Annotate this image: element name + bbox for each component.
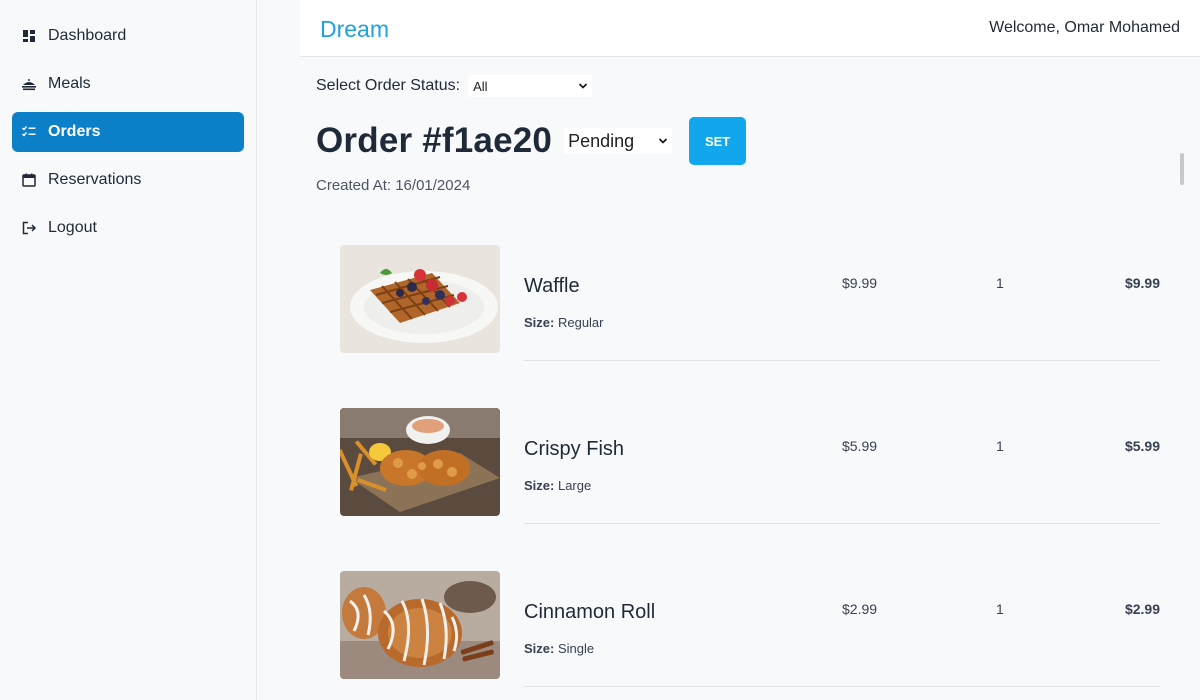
chevron-down-icon: [578, 83, 588, 89]
sidebar-item-label: Logout: [48, 219, 97, 236]
order-status-dropdown-value: Pending: [568, 130, 635, 151]
sidebar-item-meals[interactable]: Meals: [12, 64, 244, 104]
order-items-list: Waffle Size: Regular $9.99 1 $9.99 Crisp…: [340, 245, 1160, 700]
sidebar-item-label: Reservations: [48, 171, 142, 188]
list-item: Crispy Fish Size: Large $5.99 1 $5.99: [340, 408, 1160, 571]
item-quantity: 1: [996, 438, 1004, 454]
item-price: $2.99: [842, 601, 878, 617]
orders-icon: [21, 124, 37, 140]
item-name: Crispy Fish: [524, 438, 625, 460]
created-at-text: Created At: 16/01/2024: [316, 177, 471, 194]
item-divider: [524, 360, 1160, 361]
order-header: Order #f1ae20 Pending SET: [316, 117, 747, 165]
item-size-value: Regular: [557, 315, 604, 330]
item-size: Size: Single: [524, 641, 594, 656]
vertical-scrollbar[interactable]: [1180, 153, 1184, 185]
item-quantity: 1: [996, 601, 1004, 617]
item-price: $5.99: [842, 438, 878, 454]
sidebar: Dashboard Meals Orders Reservations Logo…: [0, 0, 257, 700]
item-size-label: Size:: [524, 478, 555, 493]
crispy-fish-image: [340, 408, 500, 516]
sidebar-item-label: Orders: [48, 123, 101, 140]
filter-label: Select Order Status:: [316, 77, 461, 94]
brand-logo-text[interactable]: Dream: [320, 16, 389, 43]
item-size-value: Large: [557, 478, 592, 493]
waffle-image: [340, 245, 500, 353]
item-name: Waffle: [524, 275, 580, 297]
item-total: $5.99: [1124, 438, 1160, 454]
list-item: Waffle Size: Regular $9.99 1 $9.99: [340, 245, 1160, 408]
dashboard-icon: [21, 28, 37, 44]
item-size-label: Size:: [524, 641, 555, 656]
calendar-icon: [21, 172, 37, 188]
main-content: Select Order Status: All Order #f1ae20 P…: [300, 57, 1200, 700]
list-item: Cinnamon Roll Size: Single $2.99 1 $2.99: [340, 571, 1160, 700]
item-size: Size: Large: [524, 478, 591, 493]
order-status-filter: Select Order Status: All: [316, 75, 593, 97]
item-divider: [524, 523, 1160, 524]
top-header: Dream Welcome, Omar Mohamed: [300, 0, 1200, 57]
item-name: Cinnamon Roll: [524, 601, 656, 623]
sidebar-item-reservations[interactable]: Reservations: [12, 160, 244, 200]
sidebar-item-logout[interactable]: Logout: [12, 208, 244, 248]
item-size-value: Single: [557, 641, 595, 656]
item-price: $9.99: [842, 275, 878, 291]
sidebar-item-label: Meals: [48, 75, 91, 92]
chevron-down-icon: [659, 138, 668, 144]
sidebar-nav: Dashboard Meals Orders Reservations Logo…: [0, 0, 256, 248]
sidebar-item-label: Dashboard: [48, 27, 127, 44]
item-size: Size: Regular: [524, 315, 604, 330]
meals-icon: [21, 76, 37, 92]
cinnamon-roll-image: [340, 571, 500, 679]
order-title: Order #f1ae20: [316, 121, 553, 160]
item-total: $9.99: [1124, 275, 1160, 291]
item-divider: [524, 686, 1160, 687]
item-total: $2.99: [1124, 601, 1160, 617]
order-status-select[interactable]: All: [468, 75, 593, 97]
sidebar-item-orders[interactable]: Orders: [12, 112, 244, 152]
logout-icon: [21, 220, 37, 236]
set-status-button[interactable]: SET: [689, 117, 747, 165]
order-status-dropdown[interactable]: Pending: [564, 128, 673, 154]
sidebar-item-dashboard[interactable]: Dashboard: [12, 16, 244, 56]
item-size-label: Size:: [524, 315, 555, 330]
item-quantity: 1: [996, 275, 1004, 291]
order-status-select-value: All: [473, 78, 488, 94]
welcome-text: Welcome, Omar Mohamed: [989, 19, 1180, 36]
